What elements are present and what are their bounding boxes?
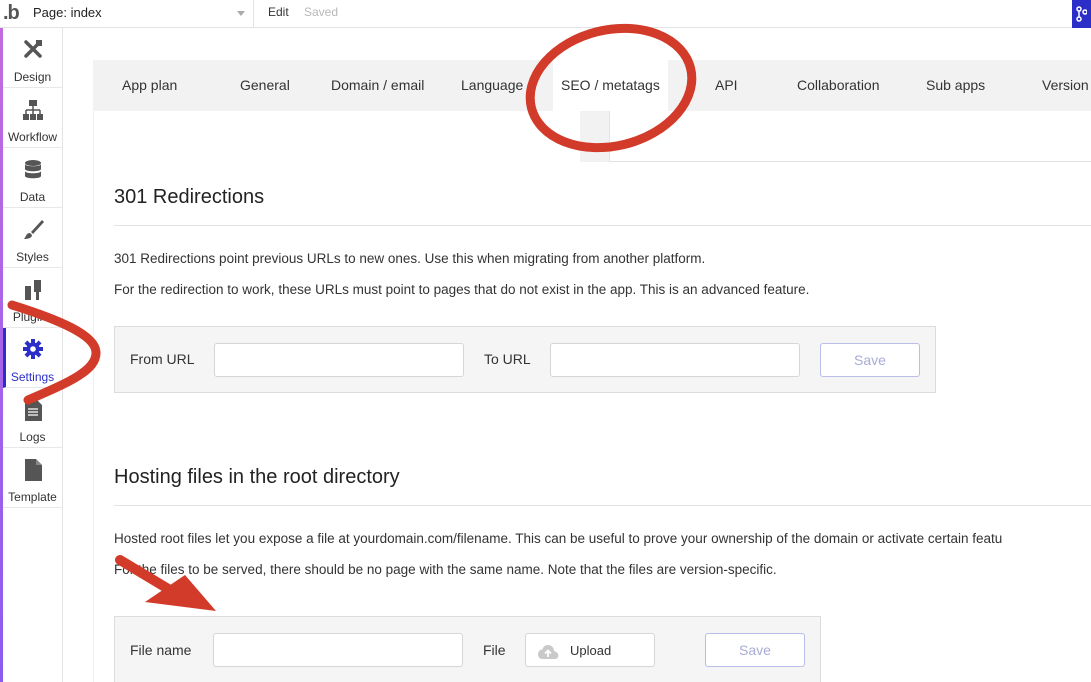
- template-icon: [25, 459, 42, 481]
- subtab-column: [580, 111, 610, 162]
- gear-icon: [23, 339, 43, 359]
- to-url-label: To URL: [484, 351, 531, 367]
- sidebar-item-design[interactable]: Design: [3, 28, 62, 88]
- hosting-title: Hosting files in the root directory: [114, 466, 400, 488]
- hosting-note: For the files to be served, there should…: [114, 562, 777, 577]
- sidebar-item-workflow[interactable]: Workflow: [3, 88, 62, 148]
- sidebar-item-data[interactable]: Data: [3, 148, 62, 208]
- page-selector[interactable]: Page: index: [26, 0, 254, 28]
- top-bar: .b Page: index Edit Saved: [0, 0, 1091, 28]
- tab-collaboration[interactable]: Collaboration: [797, 60, 880, 111]
- sidebar: Design Workflow Data Styles Plugins Sett…: [3, 28, 63, 682]
- branch-icon: [1076, 6, 1087, 22]
- tab-api[interactable]: API: [715, 60, 738, 111]
- brush-icon: [24, 220, 44, 239]
- divider: [114, 225, 1091, 226]
- file-name-label: File name: [130, 642, 192, 658]
- tab-language[interactable]: Language: [461, 60, 523, 111]
- hosting-description: Hosted root files let you expose a file …: [114, 531, 1003, 546]
- document-icon: [25, 399, 42, 421]
- settings-tab-bar: App plan General Domain / email Language…: [93, 60, 1091, 111]
- cloud-upload-icon: [538, 645, 559, 659]
- edit-menu[interactable]: Edit: [268, 5, 289, 19]
- sidebar-item-styles[interactable]: Styles: [3, 208, 62, 268]
- sidebar-item-label: Settings: [10, 370, 55, 384]
- chevron-down-icon: [237, 11, 245, 16]
- branch-button[interactable]: [1072, 0, 1091, 28]
- tab-domain-email[interactable]: Domain / email: [331, 60, 424, 111]
- redirections-description: 301 Redirections point previous URLs to …: [114, 251, 706, 266]
- sidebar-item-label: Plugins: [12, 310, 53, 324]
- from-url-label: From URL: [130, 351, 195, 367]
- upload-label: Upload: [570, 643, 612, 658]
- file-label: File: [483, 642, 506, 658]
- tab-seo-metatags[interactable]: SEO / metatags: [553, 60, 668, 111]
- from-url-input[interactable]: [214, 343, 464, 377]
- design-icon: [24, 40, 42, 58]
- divider: [93, 111, 94, 682]
- saved-status: Saved: [304, 5, 339, 19]
- database-icon: [25, 160, 41, 179]
- sidebar-item-label: Logs: [19, 430, 46, 444]
- sidebar-item-label: Workflow: [7, 130, 58, 144]
- sidebar-item-label: Design: [13, 70, 52, 84]
- annotation-arrow-hosting-head: [145, 575, 216, 611]
- sidebar-item-logs[interactable]: Logs: [3, 388, 62, 448]
- tab-general[interactable]: General: [240, 60, 290, 111]
- tab-version[interactable]: Version: [1042, 60, 1089, 111]
- plugin-icon: [25, 280, 41, 300]
- sidebar-item-label: Styles: [16, 250, 49, 264]
- save-file-button[interactable]: Save: [705, 633, 805, 667]
- save-redirection-button[interactable]: Save: [820, 343, 920, 377]
- tab-app-plan[interactable]: App plan: [122, 60, 177, 111]
- tab-sub-apps[interactable]: Sub apps: [926, 60, 985, 111]
- root-file-form: File name File Upload Save: [114, 616, 821, 682]
- upload-button[interactable]: Upload: [525, 633, 655, 667]
- sidebar-item-settings[interactable]: Settings: [3, 328, 62, 388]
- sidebar-item-label: Data: [19, 190, 46, 204]
- redirections-note: For the redirection to work, these URLs …: [114, 282, 810, 297]
- redirections-title: 301 Redirections: [114, 186, 265, 208]
- page-selector-label: Page: index: [33, 5, 102, 20]
- sidebar-item-label: Template: [8, 490, 57, 504]
- bubble-logo[interactable]: .b: [3, 2, 20, 25]
- sidebar-item-template[interactable]: Template: [3, 448, 62, 508]
- divider: [114, 505, 1091, 506]
- redirection-form: From URL To URL Save: [114, 326, 936, 393]
- sidebar-item-plugins[interactable]: Plugins: [3, 268, 62, 328]
- file-name-input[interactable]: [213, 633, 463, 667]
- workflow-icon: [23, 100, 43, 120]
- divider: [610, 161, 1091, 162]
- to-url-input[interactable]: [550, 343, 800, 377]
